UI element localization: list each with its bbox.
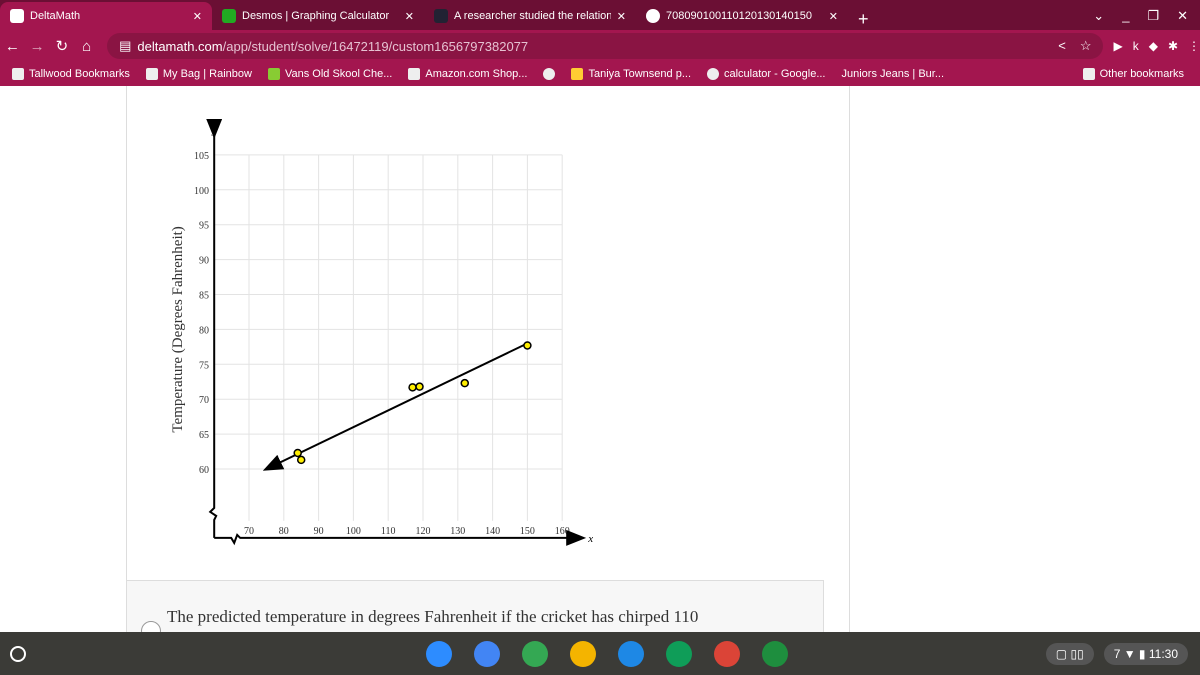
status-area[interactable]: 7 ▼ ▮ 11:30 [1103,642,1188,665]
home-icon[interactable]: ⌂ [74,38,99,55]
deltamath-icon [10,9,24,23]
drive-app-icon[interactable] [522,640,548,667]
page-content: 70 80 90 100 110 120 130 140 150 160 60 65 70 75 80 85 9… [0,86,1200,640]
desmos-icon [222,9,236,23]
folder-icon [12,68,24,80]
data-point [408,383,417,392]
tab-researcher[interactable]: A researcher studied the relation ✕ [424,2,636,30]
toolbar: ← → ↻ ⌂ ▤ deltamath.com/app/student/solv… [0,30,1200,62]
close-tab-icon[interactable]: ✕ [193,10,202,23]
bookmark-tallwood[interactable]: Tallwood Bookmarks [12,68,130,80]
y-tick-label: 60 [199,465,209,476]
y-axis [206,118,223,538]
x-axis-letter: x [587,533,593,545]
x-tick-label: 160 [555,526,570,537]
address-bar[interactable]: ▤ deltamath.com/app/student/solve/164721… [107,33,1104,59]
forward-icon[interactable]: → [25,38,50,55]
tab-strip: DeltaMath ✕ Desmos | Graphing Calculator ✕… [0,0,1200,30]
problem-panel: 70 80 90 100 110 120 130 140 150 160 60 65 70 75 80 85 9… [126,86,850,632]
y-axis-letter: y [211,124,217,136]
bookmark-vans[interactable]: Vans Old Skool Che... [267,68,392,80]
x-tick-label: 120 [416,526,431,537]
google-icon [646,9,660,23]
zoom-app-icon[interactable] [426,640,452,667]
y-tick-label: 75 [199,360,209,371]
y-tick-label: 70 [199,395,209,406]
x-tick-label: 130 [450,526,465,537]
bookmark-juniors[interactable]: Juniors Jeans | Bur... [842,68,945,80]
question-text: The predicted temperature in degrees Fah… [167,607,699,626]
new-tab-button[interactable]: + [848,9,879,30]
bookmark-other[interactable]: Other bookmarks [1082,68,1184,80]
bookmark-taniya[interactable]: Taniya Townsend p... [571,68,691,80]
close-tab-icon[interactable]: ✕ [829,10,838,23]
data-point [415,382,424,391]
bookmarks-bar: Tallwood Bookmarks My Bag | Rainbow Vans… [0,62,1200,86]
x-tick-label: 110 [381,526,396,537]
y-tick-label: 90 [199,256,209,267]
close-tab-icon[interactable]: ✕ [405,10,414,23]
brainly-icon [434,9,448,23]
site-info-icon[interactable]: ▤ [119,38,131,54]
x-tick-label: 80 [279,526,289,537]
extension-icon[interactable]: ▶ [1113,39,1122,53]
folder-icon [1082,68,1095,80]
chrome-app-icon[interactable] [714,640,740,667]
x-tick-label: 140 [485,526,500,537]
classroom-app-icon[interactable] [762,640,788,667]
data-point [293,448,302,458]
trend-line [262,342,528,471]
tab-desmos[interactable]: Desmos | Graphing Calculator ✕ [212,2,424,30]
data-point [296,455,306,465]
x-tick-label: 90 [314,526,324,537]
reload-icon[interactable]: ↻ [50,37,75,55]
docs-app-icon[interactable] [474,640,500,667]
minimize-icon[interactable]: _ [1122,8,1129,24]
sheets-app-icon[interactable] [666,640,692,667]
y-axis-label: Temperature (Degrees Fahrenheit) [170,226,186,432]
data-point [460,378,470,388]
back-icon[interactable]: ← [0,38,25,55]
restore-icon[interactable]: ❐ [1147,8,1159,24]
bookmark-calculator[interactable]: calculator - Google... [707,68,826,80]
tab-deltamath[interactable]: DeltaMath ✕ [0,2,212,30]
y-tick-label: 80 [199,325,209,336]
bookmark-mybag[interactable]: My Bag | Rainbow [145,68,252,80]
close-tab-icon[interactable]: ✕ [617,10,626,23]
share-icon[interactable]: < [1058,38,1066,54]
bookmark-amazon[interactable]: Amazon.com Shop... [408,68,527,80]
taskbar: ▢ ▯▯ 7 ▼ ▮ 11:30 [0,632,1200,675]
launcher-icon[interactable] [10,645,26,662]
star-icon[interactable]: ☆ [1080,38,1092,54]
menu-icon[interactable]: ⋮ [1188,39,1200,53]
tote-icon[interactable]: ▢ ▯▯ [1045,642,1094,665]
tab-search-icon[interactable]: ⌄ [1093,8,1104,24]
y-tick-label: 100 [194,186,209,197]
extension-icon[interactable]: k [1133,39,1139,53]
x-tick-label: 70 [244,526,254,537]
close-window-icon[interactable]: ✕ [1177,8,1188,24]
scatter-chart: 70 80 90 100 110 120 130 140 150 160 60 65 70 75 80 85 9… [170,118,593,546]
extension-icon[interactable]: ◆ [1149,39,1158,53]
data-point [523,341,532,350]
slides-app-icon[interactable] [570,640,596,667]
y-tick-label: 65 [199,430,209,441]
x-tick-label: 100 [346,526,361,537]
play-store-icon[interactable] [618,640,644,667]
bookmark-globe[interactable] [543,68,556,80]
y-tick-label: 95 [199,221,209,232]
puzzle-icon[interactable]: ✱ [1168,39,1178,53]
tab-google[interactable]: 708090100110120130140150 ✕ [636,2,848,30]
question-box: The predicted temperature in degrees Fah… [126,580,824,640]
y-tick-label: 105 [194,151,209,162]
y-tick-label: 85 [199,291,209,302]
x-tick-label: 150 [520,526,535,537]
